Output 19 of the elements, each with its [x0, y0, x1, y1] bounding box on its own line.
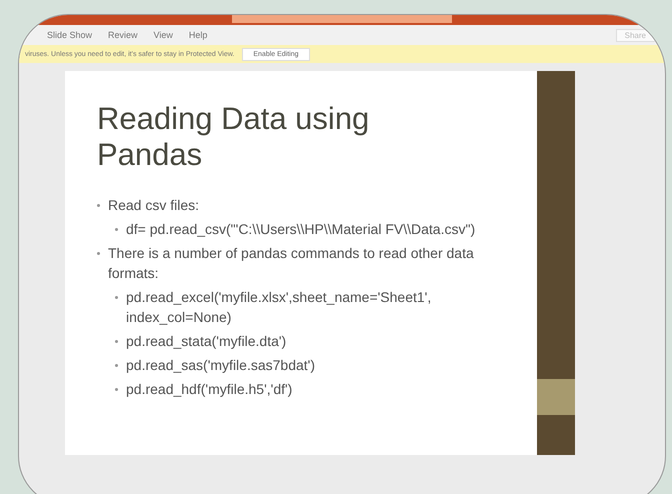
bullet-text: pd.read_stata('myfile.dta') — [126, 332, 286, 351]
bullet-text: pd.read_hdf('myfile.h5','df') — [126, 380, 292, 399]
bullet-icon — [115, 228, 118, 231]
slide-title: Reading Data using Pandas — [97, 101, 370, 173]
ribbon-tab[interactable]: Slide Show — [41, 30, 98, 40]
bullet-icon — [115, 388, 118, 391]
ribbon-tab[interactable]: View — [148, 30, 179, 40]
ribbon-tab[interactable]: Help — [182, 30, 214, 40]
bullet-icon — [115, 296, 118, 299]
bullet-text: There is a number of pandas commands to read other data formats: — [108, 244, 475, 283]
bullet-icon — [115, 364, 118, 367]
bullet-icon — [97, 252, 100, 255]
bullet-text: df= pd.read_csv("'C:\\Users\\HP\\Material FV\\Data.csv") — [126, 220, 476, 239]
bullet-text: pd.read_sas('myfile.sas7bdat') — [126, 356, 315, 375]
bullet-icon — [115, 340, 118, 343]
bullet-text: pd.read_excel('myfile.xlsx',sheet_name='Sheet1', index_col=None) — [126, 288, 432, 327]
ribbon-tab[interactable]: Review — [102, 30, 144, 40]
bullet-icon — [97, 204, 100, 207]
bullet-text: Read csv files: — [108, 196, 200, 215]
